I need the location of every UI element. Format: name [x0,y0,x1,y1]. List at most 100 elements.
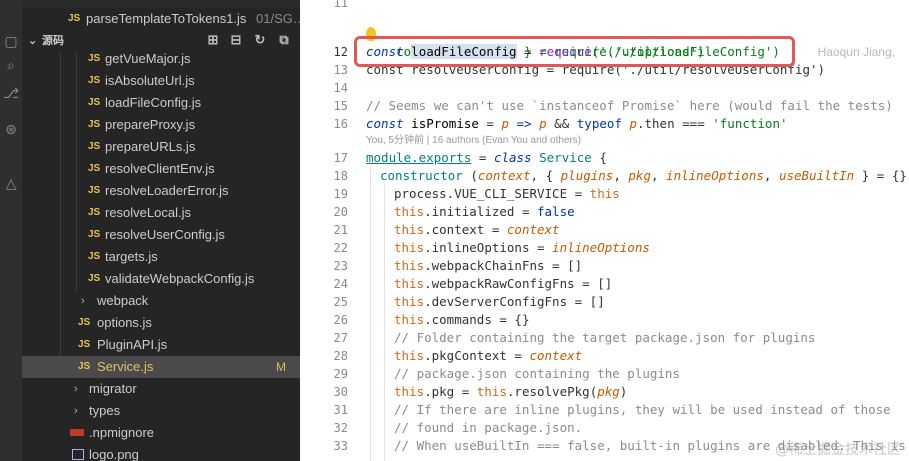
code-line: this.initialized = false [394,204,575,219]
indent-guide [370,167,371,461]
js-file-icon: JS [88,251,101,262]
line-number: 30 [333,385,348,399]
modified-badge: M [276,360,286,374]
line-number: 20 [333,205,348,219]
open-file-row[interactable]: JS parseTemplateToTokens1.js 01/SG… [22,8,300,30]
file-label: resolveUserConfig.js [105,227,225,242]
line-number: 17 [333,151,348,165]
line-number: 11 [333,0,348,10]
code-line: this.webpackRawConfigFns = [] [394,276,613,291]
npm-icon [70,429,84,436]
file-row-selected[interactable]: JS Service.js M [22,356,300,378]
folder-label: webpack [97,293,149,308]
line-number: 23 [333,259,348,273]
code-comment: // Seems we can't use `instanceof Promis… [366,98,893,113]
new-file-icon[interactable]: ⊞ [206,33,220,47]
file-row[interactable]: JS validateWebpackConfig.js [22,268,300,290]
line-number: 24 [333,277,348,291]
file-row[interactable]: JS isAbsoluteUrl.js [22,70,300,92]
file-label: prepareURLs.js [105,139,196,154]
folder-label: types [89,403,121,418]
js-file-icon: JS [88,273,101,284]
line-number-gutter: 11 12 13 14 15 16 17 18 19 20 21 22 23 2… [300,0,348,461]
code-line: constructor (context, { plugins, pkg, in… [380,168,909,183]
line-number: 16 [333,117,348,131]
line-number: 19 [333,187,348,201]
code-line: this.context = context [394,222,560,237]
js-file-icon: JS [78,317,91,328]
file-label: logo.png [89,447,139,461]
file-label: getVueMajor.js [105,51,191,66]
file-label: PluginAPI.js [97,337,168,352]
file-row[interactable]: JS resolveUserConfig.js [22,224,300,246]
line-number: 15 [333,99,348,113]
folder-row-migrator[interactable]: › migrator [22,378,300,400]
code-comment: // If there are inline plugins, they wil… [394,402,891,417]
code-comment: // package.json containing the plugins [394,366,680,381]
file-explorer: JS parseTemplateToTokens1.js 01/SG… ⌄ 源码… [22,0,300,461]
file-label: .npmignore [89,425,155,440]
file-row[interactable]: JS targets.js [22,246,300,268]
source-control-icon[interactable]: ⎇ [3,86,19,102]
js-file-icon: JS [78,361,91,372]
file-row[interactable]: JS resolveLocal.js [22,202,300,224]
file-row[interactable]: .npmignore [22,422,300,444]
file-row[interactable]: JS getVueMajor.js [22,48,300,70]
annotation-highlight-box [354,36,795,67]
file-label: Service.js [97,359,154,374]
line-number: 31 [333,403,348,417]
code-line: const isPromise = p => p && typeof p.the… [366,116,788,131]
debug-icon[interactable]: ⊛ [3,122,19,138]
line-number: 18 [333,169,348,183]
file-row[interactable]: JS resolveClientEnv.js [22,158,300,180]
file-row[interactable]: JS PluginAPI.js [22,334,300,356]
extensions-icon[interactable]: △ [3,176,19,192]
file-label: validateWebpackConfig.js [105,271,255,286]
code-line: this.pkgContext = context [394,348,583,363]
folder-row-types[interactable]: › types [22,400,300,422]
indent-guide [384,185,385,461]
refresh-icon[interactable]: ↻ [253,33,267,47]
file-row[interactable]: JS options.js [22,312,300,334]
line-number: 32 [333,421,348,435]
code-editor[interactable]: 11 12 13 14 15 16 17 18 19 20 21 22 23 2… [300,0,909,461]
file-label: resolveLoaderError.js [105,183,229,198]
file-label: prepareProxy.js [105,117,196,132]
line-number: 29 [333,367,348,381]
js-file-icon: JS [78,339,91,350]
search-icon[interactable]: ⌕ [3,58,19,74]
line-number: 21 [333,223,348,237]
code-line: this.inlineOptions = inlineOptions [394,240,650,255]
file-row[interactable]: JS prepareProxy.js [22,114,300,136]
code-line: module.exports = class Service { [366,150,607,165]
js-file-icon: JS [88,75,101,86]
explorer-icon[interactable]: ▢ [3,34,19,50]
file-label: resolveLocal.js [105,205,191,220]
chevron-right-icon: › [74,383,78,395]
file-row[interactable]: JS resolveLoaderError.js [22,180,300,202]
file-row[interactable]: logo.png [22,444,300,461]
file-row[interactable]: JS prepareURLs.js [22,136,300,158]
watermark: @稀土掘金技术社区 [775,442,901,458]
file-label: isAbsoluteUrl.js [105,73,195,88]
line-number: 28 [333,349,348,363]
chevron-right-icon: › [74,405,78,417]
line-number: 27 [333,331,348,345]
cut-off-row [22,0,300,8]
line-number: 33 [333,439,348,453]
git-blame-annotation[interactable]: You, 5分钟前 | 16 authors (Evan You and oth… [366,134,581,148]
new-folder-icon[interactable]: ⊟ [229,33,243,47]
folder-row-webpack[interactable]: › webpack [22,290,300,312]
image-file-icon [72,449,84,460]
js-file-icon: JS [88,53,101,64]
file-label: resolveClientEnv.js [105,161,215,176]
code-line: this.pkg = this.resolvePkg(pkg) [394,384,628,399]
collapse-all-icon[interactable]: ⧉ [277,33,291,47]
file-label: loadFileConfig.js [105,95,202,110]
js-file-icon: JS [88,119,101,130]
code-comment: // found in package.json. [394,420,583,435]
file-row[interactable]: JS loadFileConfig.js [22,92,300,114]
js-file-icon: JS [68,13,81,24]
js-file-icon: JS [88,185,101,196]
code-line: this.webpackChainFns = [] [394,258,583,273]
